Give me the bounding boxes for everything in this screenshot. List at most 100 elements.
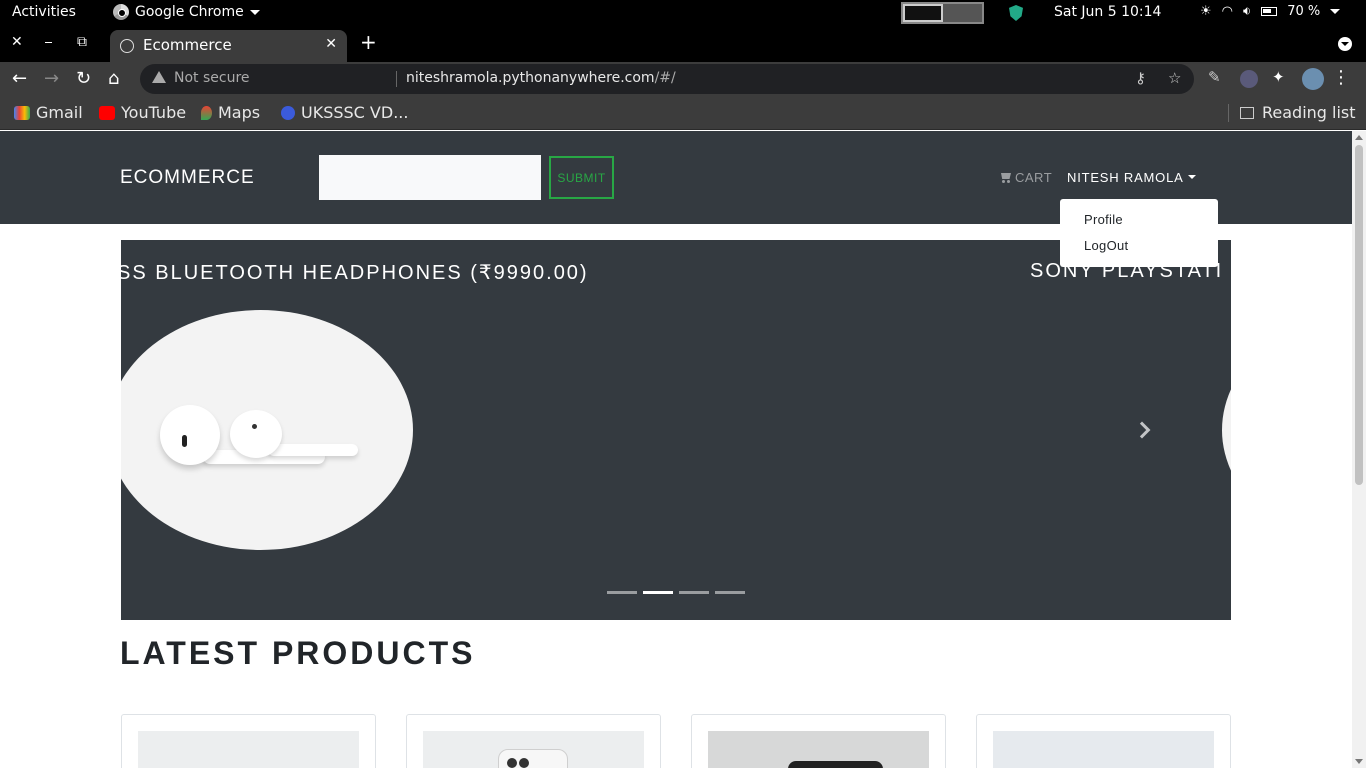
gmail-icon [14,105,30,120]
product-image[interactable] [423,731,644,768]
home-icon[interactable]: ⌂ [108,68,119,89]
reload-icon[interactable]: ↻ [76,68,91,89]
forward-icon[interactable]: → [44,68,59,89]
app-menu[interactable]: Google Chrome [113,4,260,20]
user-name: NITESH RAMOLA [1067,170,1184,185]
product-image[interactable] [138,731,359,768]
maps-icon [201,105,212,120]
activities-button[interactable]: Activities [12,4,76,20]
close-window-icon[interactable]: ✕ [11,34,23,50]
section-title: LATEST PRODUCTS [120,635,476,671]
product-image[interactable] [708,731,929,768]
browser-toolbar: ← → ↻ ⌂ Not secure niteshramola.pythonan… [0,62,1366,96]
web-page: ECOMMERCE SUBMIT CART NITESH RAMOLA Prof… [0,131,1352,768]
carousel-prev-button[interactable] [195,420,216,440]
product-image[interactable] [993,731,1214,768]
dropdown-item-logout[interactable]: LogOut [1084,238,1128,253]
carousel-indicator[interactable] [715,591,745,594]
tab-ecommerce[interactable]: Ecommerce ✕ [110,30,347,62]
url-host: niteshramola.pythonanywhere.com [406,70,655,86]
close-tab-icon[interactable]: ✕ [325,36,337,52]
user-dropdown-toggle[interactable]: NITESH RAMOLA [1067,170,1196,185]
product-carousel: SS BLUETOOTH HEADPHONES (₹9990.00) SONY … [121,240,1231,620]
product-card[interactable] [976,714,1231,768]
warning-icon[interactable] [152,71,166,83]
chevron-down-icon [1330,9,1341,14]
next-product-image[interactable] [1222,310,1231,550]
pen-extension-icon[interactable]: ✎ [1208,68,1221,86]
tab-title: Ecommerce [143,36,232,54]
star-icon[interactable]: ☆ [1168,69,1181,87]
bookmark-ukssc[interactable]: UKSSSC VD... [281,103,408,122]
youtube-icon [99,105,115,120]
bookmark-gmail[interactable]: Gmail [14,103,83,122]
bookmark-label: UKSSSC VD... [301,103,409,122]
bookmark-youtube[interactable]: YouTube [99,103,186,122]
carousel-indicator[interactable] [679,591,709,594]
cart-link[interactable]: CART [999,170,1052,185]
more-options-icon[interactable]: ⋮ [1332,67,1350,88]
new-tab-button[interactable]: + [360,30,377,54]
product-card[interactable] [121,714,376,768]
back-icon[interactable]: ← [12,68,27,89]
tab-strip: ✕ ⎯ ⧉ Ecommerce ✕ + [0,26,1366,62]
product-image[interactable] [121,310,413,550]
search-input[interactable] [319,155,541,200]
brightness-icon: ☀ [1200,4,1212,19]
shield-icon[interactable] [1009,5,1023,21]
chevron-left-icon [198,421,216,439]
carousel-next-button[interactable] [1133,420,1156,440]
globe-icon [120,39,134,53]
not-secure-label[interactable]: Not secure [174,70,250,86]
tab-search-icon[interactable] [1338,37,1352,51]
site-brand[interactable]: ECOMMERCE [120,167,255,189]
airpod-right [230,410,282,458]
reading-list-label: Reading list [1262,103,1356,122]
clock[interactable]: Sat Jun 5 10:14 [1054,4,1161,20]
scroll-down-icon[interactable] [1355,759,1363,764]
chevron-right-icon [1133,421,1151,439]
bookmark-label: Maps [218,103,261,122]
puzzle-icon[interactable]: ✦ [1272,68,1285,86]
bookmarks-bar: Gmail YouTube Maps UKSSSC VD... Reading … [0,96,1366,130]
extension-icon[interactable] [1240,70,1258,88]
airpod-stem [268,444,358,456]
system-tray[interactable]: ☀ ◠ 🔉︎ 70 % [1200,4,1341,19]
submit-button[interactable]: SUBMIT [549,156,614,199]
app-menu-label: Google Chrome [135,4,244,20]
slide-title[interactable]: SS BLUETOOTH HEADPHONES (₹9990.00) [121,260,589,285]
battery-percent: 70 % [1287,4,1321,19]
system-top-bar: Activities Google Chrome Sat Jun 5 10:14… [0,0,1366,26]
bookmark-label: YouTube [121,103,187,122]
chevron-down-icon [249,9,260,15]
product-card[interactable] [691,714,946,768]
workspace-switcher[interactable] [901,2,984,24]
cart-icon [999,172,1013,183]
dropdown-item-profile[interactable]: Profile [1084,212,1123,227]
minimize-icon[interactable]: ⎯ [45,34,52,50]
bookmark-maps[interactable]: Maps [201,103,260,122]
scroll-up-icon[interactable] [1355,135,1363,140]
scrollbar-thumb[interactable] [1355,145,1363,485]
workspace-1[interactable] [903,4,943,22]
site-icon [281,105,295,120]
url-text[interactable]: niteshramola.pythonanywhere.com/#/ [406,70,676,86]
carousel-indicator[interactable] [607,591,637,594]
url-path: /#/ [654,70,676,86]
carousel-indicator[interactable] [643,591,673,594]
chrome-icon [113,4,129,20]
avatar[interactable] [1302,68,1324,90]
workspace-2[interactable] [943,4,982,22]
reading-list-button[interactable]: Reading list [1240,103,1356,122]
user-dropdown-menu: Profile LogOut [1060,199,1218,267]
key-icon[interactable]: ⚷ [1135,69,1146,87]
reading-list-icon [1240,106,1254,119]
address-bar[interactable]: Not secure niteshramola.pythonanywhere.c… [140,64,1194,94]
cart-label: CART [1015,170,1053,185]
product-card[interactable] [406,714,661,768]
wifi-icon: ◠ [1221,4,1233,19]
bookmark-label: Gmail [36,103,83,122]
volume-icon: 🔉︎ [1243,4,1252,19]
page-scrollbar[interactable] [1352,131,1366,768]
restore-icon[interactable]: ⧉ [77,34,87,50]
